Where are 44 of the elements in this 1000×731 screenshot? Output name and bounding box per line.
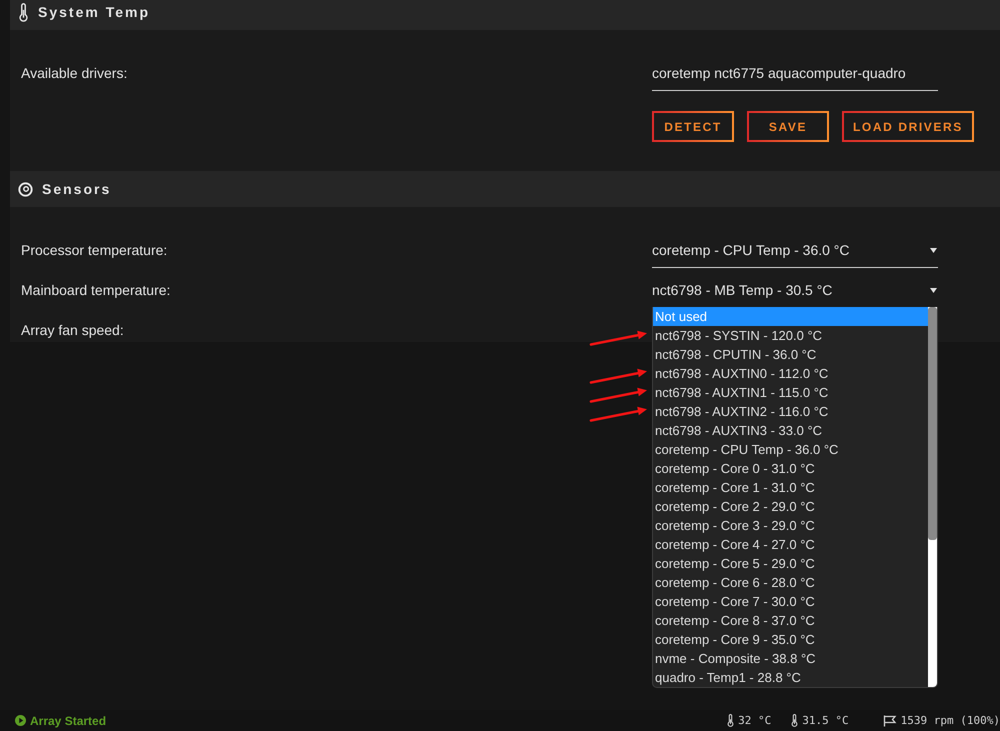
dropdown-option[interactable]: nct6798 - AUXTIN3 - 33.0 °C — [653, 421, 928, 440]
field-label: Mainboard temperature: — [21, 281, 172, 300]
scrollbar[interactable] — [928, 307, 937, 687]
dropdown-select[interactable]: coretemp - CPU Temp - 36.0 °C — [652, 238, 938, 268]
thermometer-icon — [19, 2, 28, 22]
dropdown-option[interactable]: nvme - Composite - 38.8 °C — [653, 649, 928, 668]
dropdown-option[interactable]: quadro - Temp1 - 28.8 °C — [653, 668, 928, 687]
caret-icon — [930, 288, 937, 292]
dropdown-option[interactable]: nct6798 - CPUTIN - 36.0 °C — [653, 345, 928, 364]
dropdown-option[interactable]: coretemp - Core 9 - 35.0 °C — [653, 630, 928, 649]
flag-icon — [882, 714, 897, 726]
dropdown-option[interactable]: coretemp - Core 7 - 30.0 °C — [653, 592, 928, 611]
field-label: Array fan speed: — [21, 321, 125, 340]
dropdown-option[interactable]: nct6798 - AUXTIN0 - 112.0 °C — [653, 364, 928, 383]
field-label: Processor temperature: — [21, 241, 168, 260]
status-reading: 1539 rpm (100%) — [900, 714, 1000, 727]
action-button[interactable]: SAVE — [747, 111, 829, 142]
dropdown-option[interactable]: coretemp - Core 5 - 29.0 °C — [653, 554, 928, 573]
dropdown-option[interactable]: nct6798 - SYSTIN - 120.0 °C — [653, 326, 928, 345]
dropdown-option[interactable]: coretemp - Core 6 - 28.0 °C — [653, 573, 928, 592]
action-button[interactable]: DETECT — [652, 111, 734, 142]
dropdown-option[interactable]: coretemp - Core 0 - 31.0 °C — [653, 459, 928, 478]
status-reading: 32 °C — [738, 714, 772, 727]
array-status: Array Started — [30, 714, 106, 728]
section-title: System Temp — [38, 4, 150, 20]
dropdown-option[interactable]: nct6798 - AUXTIN1 - 115.0 °C — [653, 383, 928, 402]
play-icon — [15, 715, 26, 726]
thermometer-icon — [727, 714, 734, 727]
dropdown-option[interactable]: nct6798 - AUXTIN2 - 116.0 °C — [653, 402, 928, 421]
dropdown-option[interactable]: coretemp - CPU Temp - 36.0 °C — [653, 440, 928, 459]
dropdown-option[interactable]: coretemp - Core 1 - 31.0 °C — [653, 478, 928, 497]
dropdown-option[interactable]: coretemp - Core 2 - 29.0 °C — [653, 497, 928, 516]
section-title: Sensors — [42, 181, 112, 197]
dial-icon — [18, 182, 33, 196]
drivers-input[interactable]: coretemp nct6775 aquacomputer-quadro — [652, 61, 938, 91]
scrollbar-thumb[interactable] — [928, 307, 937, 540]
dropdown-option[interactable]: coretemp - Core 4 - 27.0 °C — [653, 535, 928, 554]
caret-icon — [930, 248, 937, 252]
action-button[interactable]: LOAD DRIVERS — [842, 111, 974, 142]
dropdown-option[interactable]: coretemp - Core 3 - 29.0 °C — [653, 516, 928, 535]
status-reading: 31.5 °C — [802, 714, 849, 727]
field-label: Available drivers: — [21, 64, 128, 83]
thermometer-icon — [791, 714, 798, 727]
dropdown-option[interactable]: coretemp - Core 8 - 37.0 °C — [653, 611, 928, 630]
